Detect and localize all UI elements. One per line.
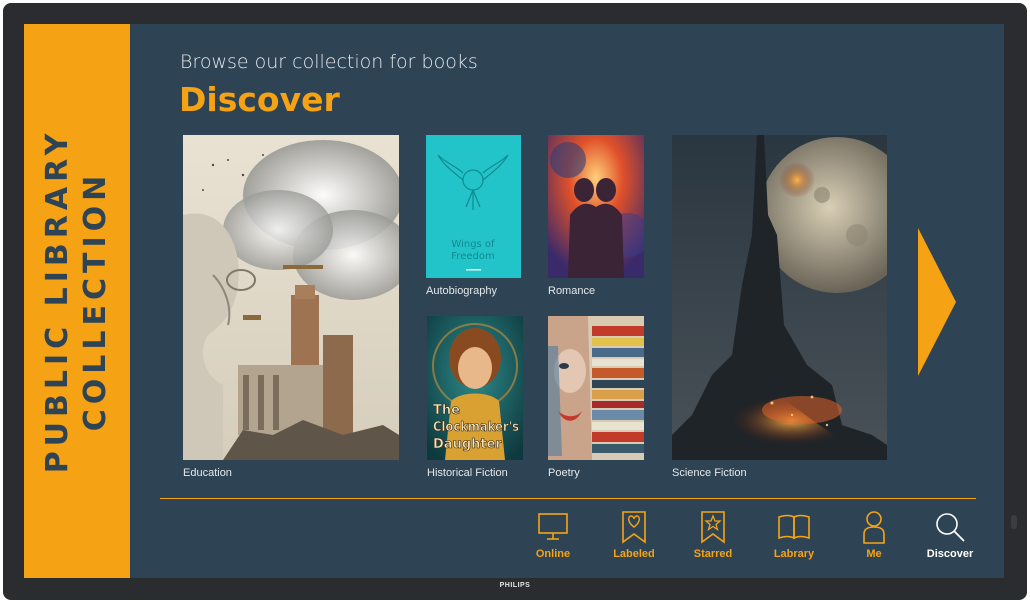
sidebar-banner: PUBLIC LIBRARY COLLECTION	[24, 24, 130, 578]
book-cover-science-fiction[interactable]	[672, 135, 887, 460]
nav-divider	[160, 498, 976, 499]
book-label-science-fiction: Science Fiction	[672, 467, 747, 479]
book-cover-education[interactable]	[183, 135, 399, 460]
nav-label-discover: Discover	[926, 548, 974, 560]
monitor-icon	[538, 513, 568, 540]
historical-cover-title-3: Daughter	[433, 437, 502, 452]
science-fiction-cover-art	[672, 135, 887, 460]
search-icon	[936, 513, 965, 542]
person-icon	[863, 511, 885, 544]
book-label-romance: Romance	[548, 285, 596, 297]
book-label-poetry: Poetry	[548, 467, 580, 479]
book-cover-romance[interactable]	[548, 135, 644, 278]
book-cover-poetry[interactable]	[548, 316, 644, 460]
open-book-icon	[778, 514, 810, 540]
light-sensor	[1011, 515, 1017, 529]
page-subtitle: Browse our collection for books	[180, 51, 478, 73]
book-cover-autobiography[interactable]: Wings of Freedom	[426, 135, 521, 278]
bookmark-heart-icon	[622, 511, 646, 544]
page-title: Discover	[179, 80, 340, 119]
poetry-cover-art	[548, 316, 644, 460]
book-label-autobiography: Autobiography	[426, 285, 497, 297]
nav-label-online: Online	[535, 548, 571, 560]
nav-label-me: Me	[866, 548, 882, 560]
bookmark-star-icon	[701, 511, 725, 544]
kiosk-screen: PUBLIC LIBRARY COLLECTION Browse our col…	[24, 24, 1004, 578]
romance-cover-art	[548, 135, 644, 278]
autobiography-cover-title-2: Freedom	[451, 251, 494, 262]
sidebar-title: PUBLIC LIBRARY COLLECTION	[39, 129, 115, 474]
nav-item-online[interactable]: Online	[521, 510, 585, 572]
sidebar-title-line1: PUBLIC LIBRARY	[40, 128, 75, 474]
education-cover-art	[183, 135, 399, 460]
nav-label-labeled: Labeled	[613, 548, 655, 560]
autobiography-cover-title-1: Wings of	[451, 239, 495, 250]
historical-cover-title-2: Clockmaker's	[433, 420, 519, 435]
brand-logo: PHILIPS	[499, 582, 531, 589]
sidebar-title-line2: COLLECTION	[78, 170, 113, 432]
nav-item-me[interactable]: Me	[842, 510, 906, 572]
historical-fiction-cover-art: The Clockmaker's Daughter	[427, 316, 523, 460]
book-label-historical-fiction: Historical Fiction	[427, 467, 508, 479]
nav-label-library: Labrary	[773, 548, 815, 560]
nav-item-discover[interactable]: Discover	[918, 510, 982, 572]
nav-label-starred: Starred	[693, 548, 733, 560]
autobiography-cover-art: Wings of Freedom	[426, 135, 521, 278]
book-label-education: Education	[183, 467, 232, 479]
nav-item-library[interactable]: Labrary	[762, 510, 826, 572]
nav-item-starred[interactable]: Starred	[681, 510, 745, 572]
nav-item-labeled[interactable]: Labeled	[602, 510, 666, 572]
historical-cover-title-1: The	[433, 403, 460, 418]
next-page-arrow-icon[interactable]	[918, 228, 956, 376]
book-cover-historical-fiction[interactable]: The Clockmaker's Daughter	[427, 316, 523, 460]
